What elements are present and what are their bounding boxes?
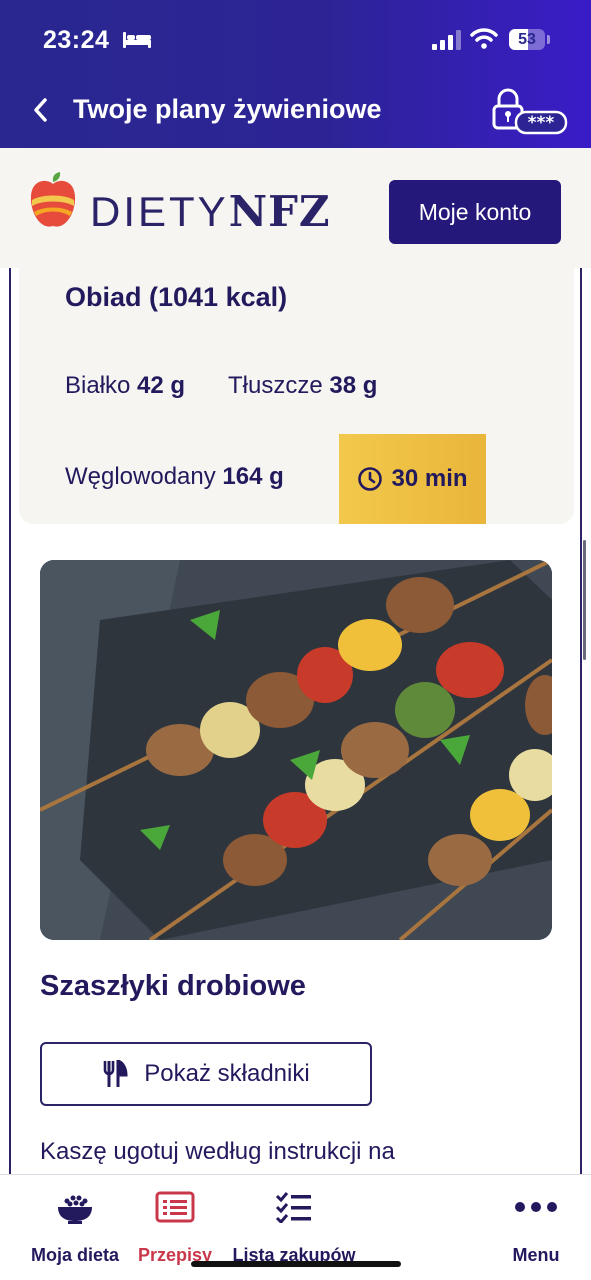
- main-content: Obiad (1041 kcal) Białko 42 g Tłuszcze 3…: [9, 268, 582, 1174]
- tab-menu-label: Menu: [512, 1245, 560, 1265]
- tab-menu[interactable]: Menu: [496, 1175, 576, 1280]
- logo-text-light: DIETY: [90, 188, 229, 235]
- my-account-button[interactable]: Moje konto: [389, 180, 561, 244]
- cutlery-icon: [103, 1060, 128, 1087]
- meal-title: Obiad (1041 kcal): [65, 282, 288, 312]
- wifi-icon: [470, 28, 498, 49]
- recipe-instructions: Kaszę ugotuj według instrukcji na: [40, 1138, 395, 1165]
- top-header: 23:24 53 Twoje plany żywieniowe ***: [0, 0, 591, 148]
- battery-indicator: 53: [509, 29, 545, 50]
- status-time: 23:24: [43, 26, 110, 54]
- fat-value: 38 g: [329, 372, 378, 399]
- show-ingredients-label: Pokaż składniki: [144, 1060, 310, 1087]
- battery-cap: [547, 35, 550, 44]
- scrollbar[interactable]: [583, 540, 586, 660]
- recipe-title: Szaszłyki drobiowe: [40, 970, 306, 1002]
- meal-summary-card: Obiad (1041 kcal) Białko 42 g Tłuszcze 3…: [19, 268, 574, 524]
- show-ingredients-button[interactable]: Pokaż składniki: [40, 1042, 372, 1106]
- logo-text-bold: NFZ: [228, 187, 331, 236]
- protein-macro: Białko 42 g: [65, 372, 185, 400]
- checklist-icon: [275, 1192, 311, 1223]
- recipe-photo: [40, 560, 552, 940]
- carbs-label: Węglowodany: [65, 463, 216, 490]
- fat-label: Tłuszcze: [228, 372, 323, 399]
- password-lock-icon[interactable]: ***: [490, 86, 570, 136]
- carbs-macro: Węglowodany 164 g: [65, 463, 284, 491]
- home-indicator: [191, 1261, 401, 1267]
- recipe-list-icon: [155, 1191, 195, 1223]
- bowl-icon: [58, 1195, 92, 1224]
- prep-time: 30 min: [391, 465, 468, 492]
- tab-my-diet[interactable]: Moja dieta: [22, 1175, 128, 1280]
- lock-dots: ***: [528, 113, 555, 133]
- sleep-focus-icon: [123, 32, 151, 48]
- apple-logo-icon: [30, 172, 76, 227]
- tab-my-diet-label: Moja dieta: [30, 1245, 119, 1265]
- more-dots-icon: [515, 1202, 557, 1212]
- cellular-signal-icon: [432, 30, 461, 50]
- status-bar: 23:24 53: [0, 0, 591, 80]
- fat-macro: Tłuszcze 38 g: [228, 372, 377, 400]
- back-chevron-icon[interactable]: [30, 94, 52, 126]
- skewers-image: [40, 560, 552, 940]
- carbs-value: 164 g: [222, 463, 284, 490]
- brand-logo: DIETYNFZ: [90, 190, 331, 234]
- page-title: Twoje plany żywieniowe: [73, 94, 382, 124]
- prep-time-badge: 30 min: [339, 434, 486, 524]
- clock-icon: [358, 467, 383, 491]
- protein-label: Białko: [65, 372, 131, 399]
- brand-header: DIETYNFZ Moje konto: [0, 148, 591, 268]
- battery-percent: 53: [518, 31, 536, 48]
- protein-value: 42 g: [137, 372, 186, 399]
